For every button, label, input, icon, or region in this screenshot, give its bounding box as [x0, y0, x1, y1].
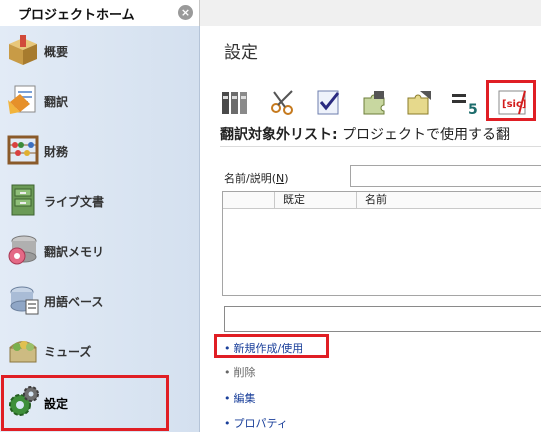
svg-text:5: 5	[468, 102, 478, 116]
checklist-icon	[314, 88, 344, 116]
sidebar-item-termbase[interactable]: 用語ベース	[0, 276, 198, 326]
sidebar-item-finance[interactable]: 財務	[0, 126, 198, 176]
translation-document-icon	[6, 82, 40, 118]
filter-label: 名前/説明(N)	[224, 170, 289, 186]
sidebar-item-translation-memory[interactable]: 翻訳メモリ	[0, 226, 198, 276]
action-delete[interactable]: • 削除	[224, 364, 256, 380]
translation-memory-disk-icon	[6, 232, 40, 268]
sidebar-item-label: 翻訳メモリ	[44, 245, 105, 259]
close-icon[interactable]: ×	[178, 5, 193, 20]
sidebar-item-translation[interactable]: 翻訳	[0, 76, 198, 126]
sidebar-item-live-docs[interactable]: ライブ文書	[0, 176, 198, 226]
page-title: 設定	[224, 43, 258, 63]
sidebar-item-settings[interactable]: 設定	[0, 378, 198, 428]
termbase-icon	[6, 282, 40, 318]
sidebar-item-label: 概要	[44, 45, 69, 59]
section-heading-label: 翻訳対象外リスト:	[220, 127, 338, 143]
binders-icon	[220, 88, 250, 116]
filter-label-text: 名前/説明(	[224, 172, 276, 185]
live-documents-cabinet-icon	[6, 182, 40, 218]
settings-panel: 設定 5 [sic] 翻訳対象外リスト: プロジェクトで使用する翻 名前/説明(…	[200, 26, 541, 432]
grid-column-default[interactable]: 既定	[275, 192, 357, 209]
grid-column-select[interactable]	[223, 192, 275, 209]
grid-header: 既定 名前	[223, 192, 541, 209]
toolbar-scissors-button[interactable]	[268, 88, 298, 116]
muses-basket-icon	[6, 332, 40, 368]
scissors-icon	[268, 88, 298, 116]
toolbar-binders-button[interactable]	[220, 88, 250, 116]
tab-project-home[interactable]: プロジェクトホーム ×	[0, 0, 200, 26]
sidebar-item-label: ミューズ	[44, 345, 92, 359]
toolbar-puzzle-button[interactable]	[360, 88, 390, 116]
section-heading-desc: プロジェクトで使用する翻	[342, 127, 511, 143]
action-edit[interactable]: • 編集	[224, 390, 256, 406]
toolbar-non-translatables-button[interactable]: [sic]	[497, 88, 527, 116]
finance-abacus-icon	[6, 132, 40, 168]
tab-strip: プロジェクトホーム ×	[0, 0, 541, 26]
sidebar-item-label: 翻訳	[44, 95, 69, 109]
filter-input[interactable]	[350, 165, 541, 187]
sidebar-item-label: 用語ベース	[44, 295, 104, 309]
settings-gears-icon	[6, 384, 40, 420]
action-label: プロパティ	[233, 417, 288, 430]
sidebar-item-label: ライブ文書	[44, 195, 105, 209]
overview-box-icon	[6, 32, 40, 68]
sidebar-item-label: 財務	[44, 145, 69, 159]
bullet: •	[224, 392, 231, 405]
toolbar-segment-button[interactable]: 5	[450, 88, 480, 116]
toolbar-puzzle-arrow-button[interactable]	[404, 88, 434, 116]
sidebar: 概要 翻訳 財務 ライブ文書 翻訳メモリ 用語ベース ミューズ 設定	[0, 26, 200, 432]
non-translatables-grid[interactable]: 既定 名前	[222, 191, 541, 296]
bullet: •	[224, 366, 231, 379]
grid-column-name[interactable]: 名前	[357, 192, 541, 209]
sidebar-item-label: 設定	[44, 397, 69, 411]
divider	[220, 146, 541, 147]
action-properties[interactable]: • プロパティ	[224, 415, 288, 431]
sidebar-item-overview[interactable]: 概要	[0, 26, 198, 76]
bullet: •	[224, 342, 231, 355]
sidebar-item-muses[interactable]: ミューズ	[0, 326, 198, 376]
sic-non-translatables-icon: [sic]	[497, 88, 527, 116]
action-label: 新規作成/使用	[233, 342, 304, 355]
filter-label-close: )	[284, 172, 289, 185]
action-label: 編集	[233, 392, 256, 405]
action-label: 削除	[233, 366, 256, 379]
puzzle-arrow-icon	[404, 88, 434, 116]
section-heading: 翻訳対象外リスト: プロジェクトで使用する翻	[220, 124, 510, 144]
puzzle-icon	[360, 88, 390, 116]
bullet: •	[224, 417, 231, 430]
segment-icon: 5	[450, 88, 480, 116]
description-field[interactable]	[224, 306, 541, 332]
filter-label-accesskey: N	[276, 172, 285, 185]
action-new-use[interactable]: • 新規作成/使用	[224, 340, 303, 356]
toolbar-checklist-button[interactable]	[314, 88, 344, 116]
tab-label: プロジェクトホーム	[18, 8, 135, 23]
